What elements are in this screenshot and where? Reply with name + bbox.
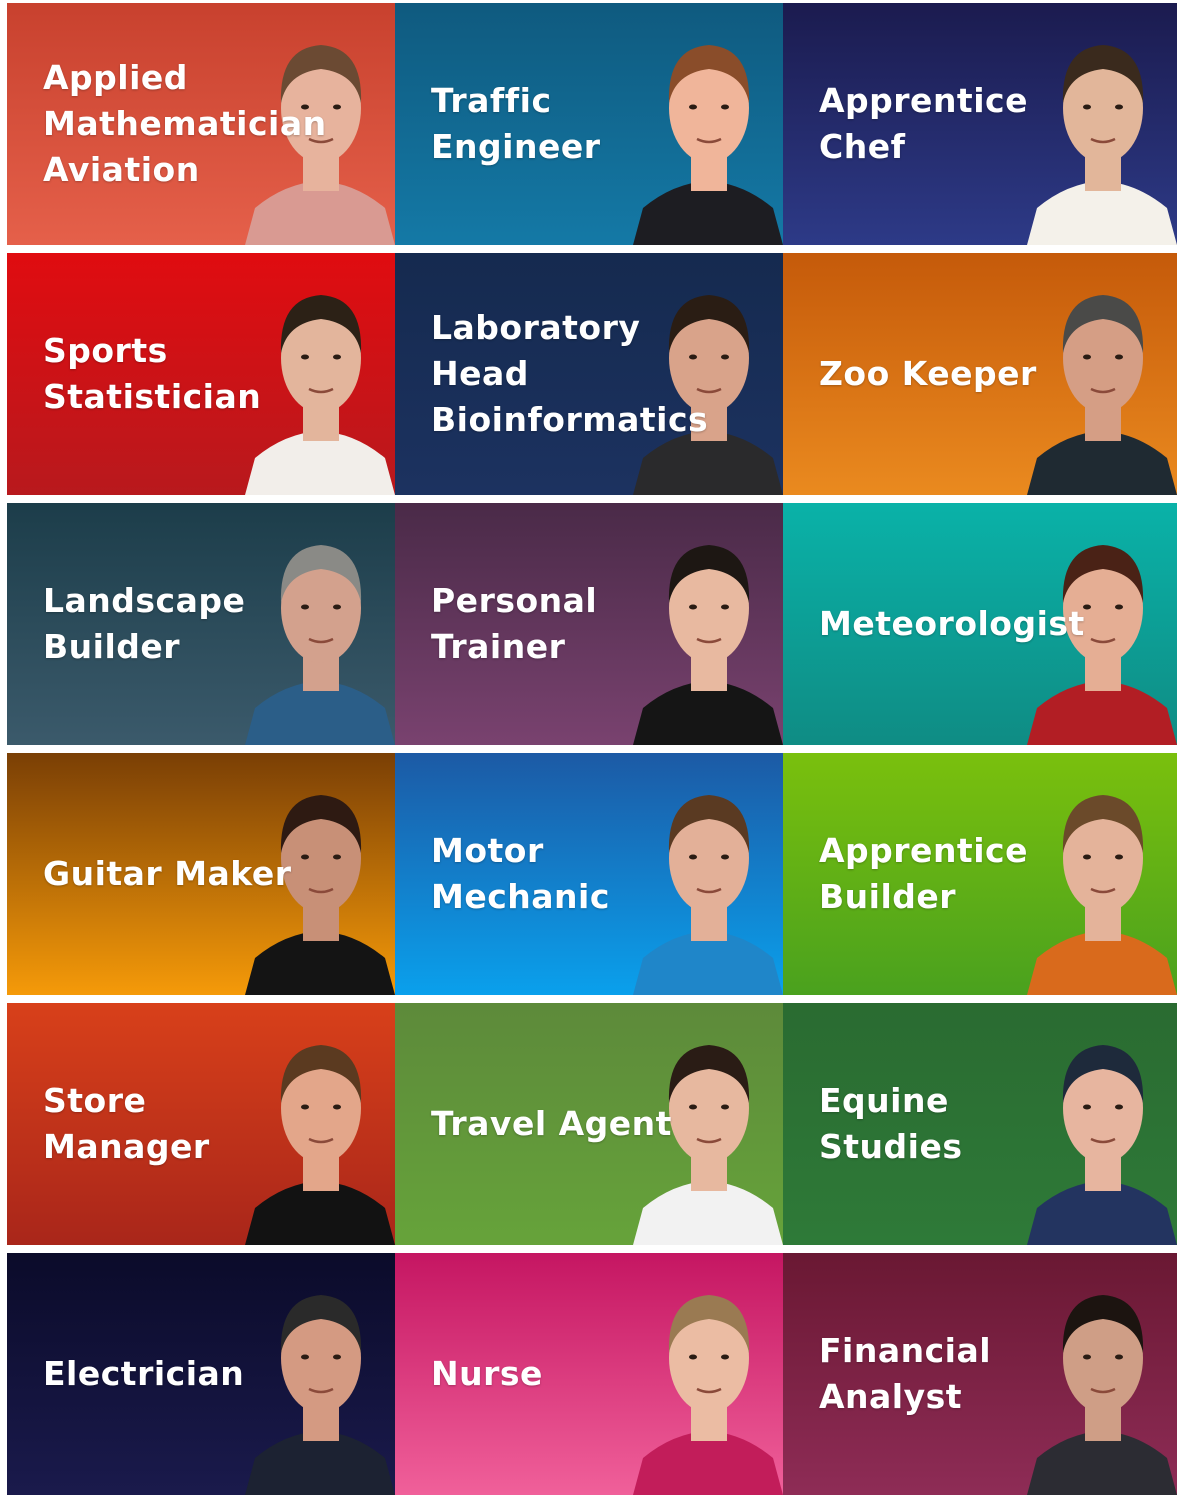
career-title-line: Sports	[43, 331, 168, 370]
career-title-line: Trainer	[431, 627, 566, 666]
career-tile-financial-analyst[interactable]: Financial Analyst	[783, 1253, 1177, 1495]
career-title: Motor Mechanic	[431, 828, 731, 920]
career-tile-travel-agent[interactable]: Travel Agent	[395, 1003, 783, 1245]
career-tile-equine-studies[interactable]: Equine Studies	[783, 1003, 1177, 1245]
career-tile-nurse[interactable]: Nurse	[395, 1253, 783, 1495]
career-title-line: Bioinformatics	[431, 400, 709, 439]
career-title-line: Personal	[431, 581, 598, 620]
career-tile-electrician[interactable]: Electrician	[7, 1253, 395, 1495]
career-title-line: Aviation	[43, 150, 200, 189]
career-title-line: Nurse	[431, 1354, 543, 1393]
career-title: Travel Agent	[431, 1101, 731, 1147]
career-tile-apprentice-builder[interactable]: Apprentice Builder	[783, 753, 1177, 995]
career-title: Traffic Engineer	[431, 78, 731, 170]
career-title: Nurse	[431, 1351, 731, 1397]
career-title-line: Mechanic	[431, 877, 610, 916]
career-tile-landscape-builder[interactable]: Landscape Builder	[7, 503, 395, 745]
career-title-line: Financial	[819, 1331, 992, 1370]
career-title-line: Head	[431, 354, 529, 393]
career-title-line: Apprentice	[819, 831, 1028, 870]
career-tile-zoo-keeper[interactable]: Zoo Keeper	[783, 253, 1177, 495]
career-title: Meteorologist	[819, 601, 1119, 647]
career-title-line: Equine	[819, 1081, 949, 1120]
career-title: Guitar Maker	[43, 851, 343, 897]
career-title: Landscape Builder	[43, 578, 343, 670]
career-tile-apprentice-chef[interactable]: Apprentice Chef	[783, 3, 1177, 245]
career-tile-motor-mechanic[interactable]: Motor Mechanic	[395, 753, 783, 995]
career-title-line: Meteorologist	[819, 604, 1085, 643]
career-row: Store Manager Travel Agent Equine Studies	[7, 1003, 1177, 1245]
career-title-line: Builder	[819, 877, 957, 916]
career-tile-meteorologist[interactable]: Meteorologist	[783, 503, 1177, 745]
career-tile-sports-statistician[interactable]: Sports Statistician	[7, 253, 395, 495]
career-title-line: Traffic	[431, 81, 552, 120]
career-title: Financial Analyst	[819, 1328, 1119, 1420]
career-title-line: Manager	[43, 1127, 210, 1166]
career-title-line: Studies	[819, 1127, 963, 1166]
career-title-line: Mathematician	[43, 104, 327, 143]
career-title: Apprentice Chef	[819, 78, 1119, 170]
career-tile-traffic-engineer[interactable]: Traffic Engineer	[395, 3, 783, 245]
career-title: Equine Studies	[819, 1078, 1119, 1170]
career-title: Applied Mathematician Aviation	[43, 55, 343, 193]
career-title-line: Travel Agent	[431, 1104, 672, 1143]
career-title-line: Landscape	[43, 581, 246, 620]
career-title-line: Analyst	[819, 1377, 963, 1416]
career-title: Personal Trainer	[431, 578, 731, 670]
career-title-line: Engineer	[431, 127, 601, 166]
career-tile-guitar-maker[interactable]: Guitar Maker	[7, 753, 395, 995]
career-row: Landscape Builder Personal Trainer Meteorolo…	[7, 503, 1177, 745]
career-title: Sports Statistician	[43, 328, 343, 420]
career-title: Laboratory Head Bioinformatics	[431, 305, 731, 443]
career-title: Zoo Keeper	[819, 351, 1119, 397]
career-tile-laboratory-head-bioinformatics[interactable]: Laboratory Head Bioinformatics	[395, 253, 783, 495]
career-title: Store Manager	[43, 1078, 343, 1170]
career-row: Applied Mathematician Aviation Traffic Engin…	[7, 3, 1177, 245]
career-title-line: Store	[43, 1081, 147, 1120]
career-tile-store-manager[interactable]: Store Manager	[7, 1003, 395, 1245]
career-title-line: Chef	[819, 127, 906, 166]
career-row: Guitar Maker Motor Mechanic Apprentice Build…	[7, 753, 1177, 995]
career-tile-personal-trainer[interactable]: Personal Trainer	[395, 503, 783, 745]
career-row: Electrician Nurse Financial Analyst	[7, 1253, 1177, 1495]
career-tile-applied-mathematician-aviation[interactable]: Applied Mathematician Aviation	[7, 3, 395, 245]
career-title-line: Builder	[43, 627, 181, 666]
career-title: Electrician	[43, 1351, 343, 1397]
career-title-line: Applied	[43, 58, 188, 97]
career-grid: Applied Mathematician Aviation Traffic Engin…	[7, 3, 1177, 1495]
career-title-line: Statistician	[43, 377, 262, 416]
career-title-line: Motor	[431, 831, 544, 870]
career-title-line: Zoo Keeper	[819, 354, 1037, 393]
career-title-line: Apprentice	[819, 81, 1028, 120]
career-title-line: Guitar Maker	[43, 854, 292, 893]
career-title-line: Laboratory	[431, 308, 641, 347]
career-title: Apprentice Builder	[819, 828, 1119, 920]
career-row: Sports Statistician Laboratory Head Bioinfor…	[7, 253, 1177, 495]
career-title-line: Electrician	[43, 1354, 245, 1393]
